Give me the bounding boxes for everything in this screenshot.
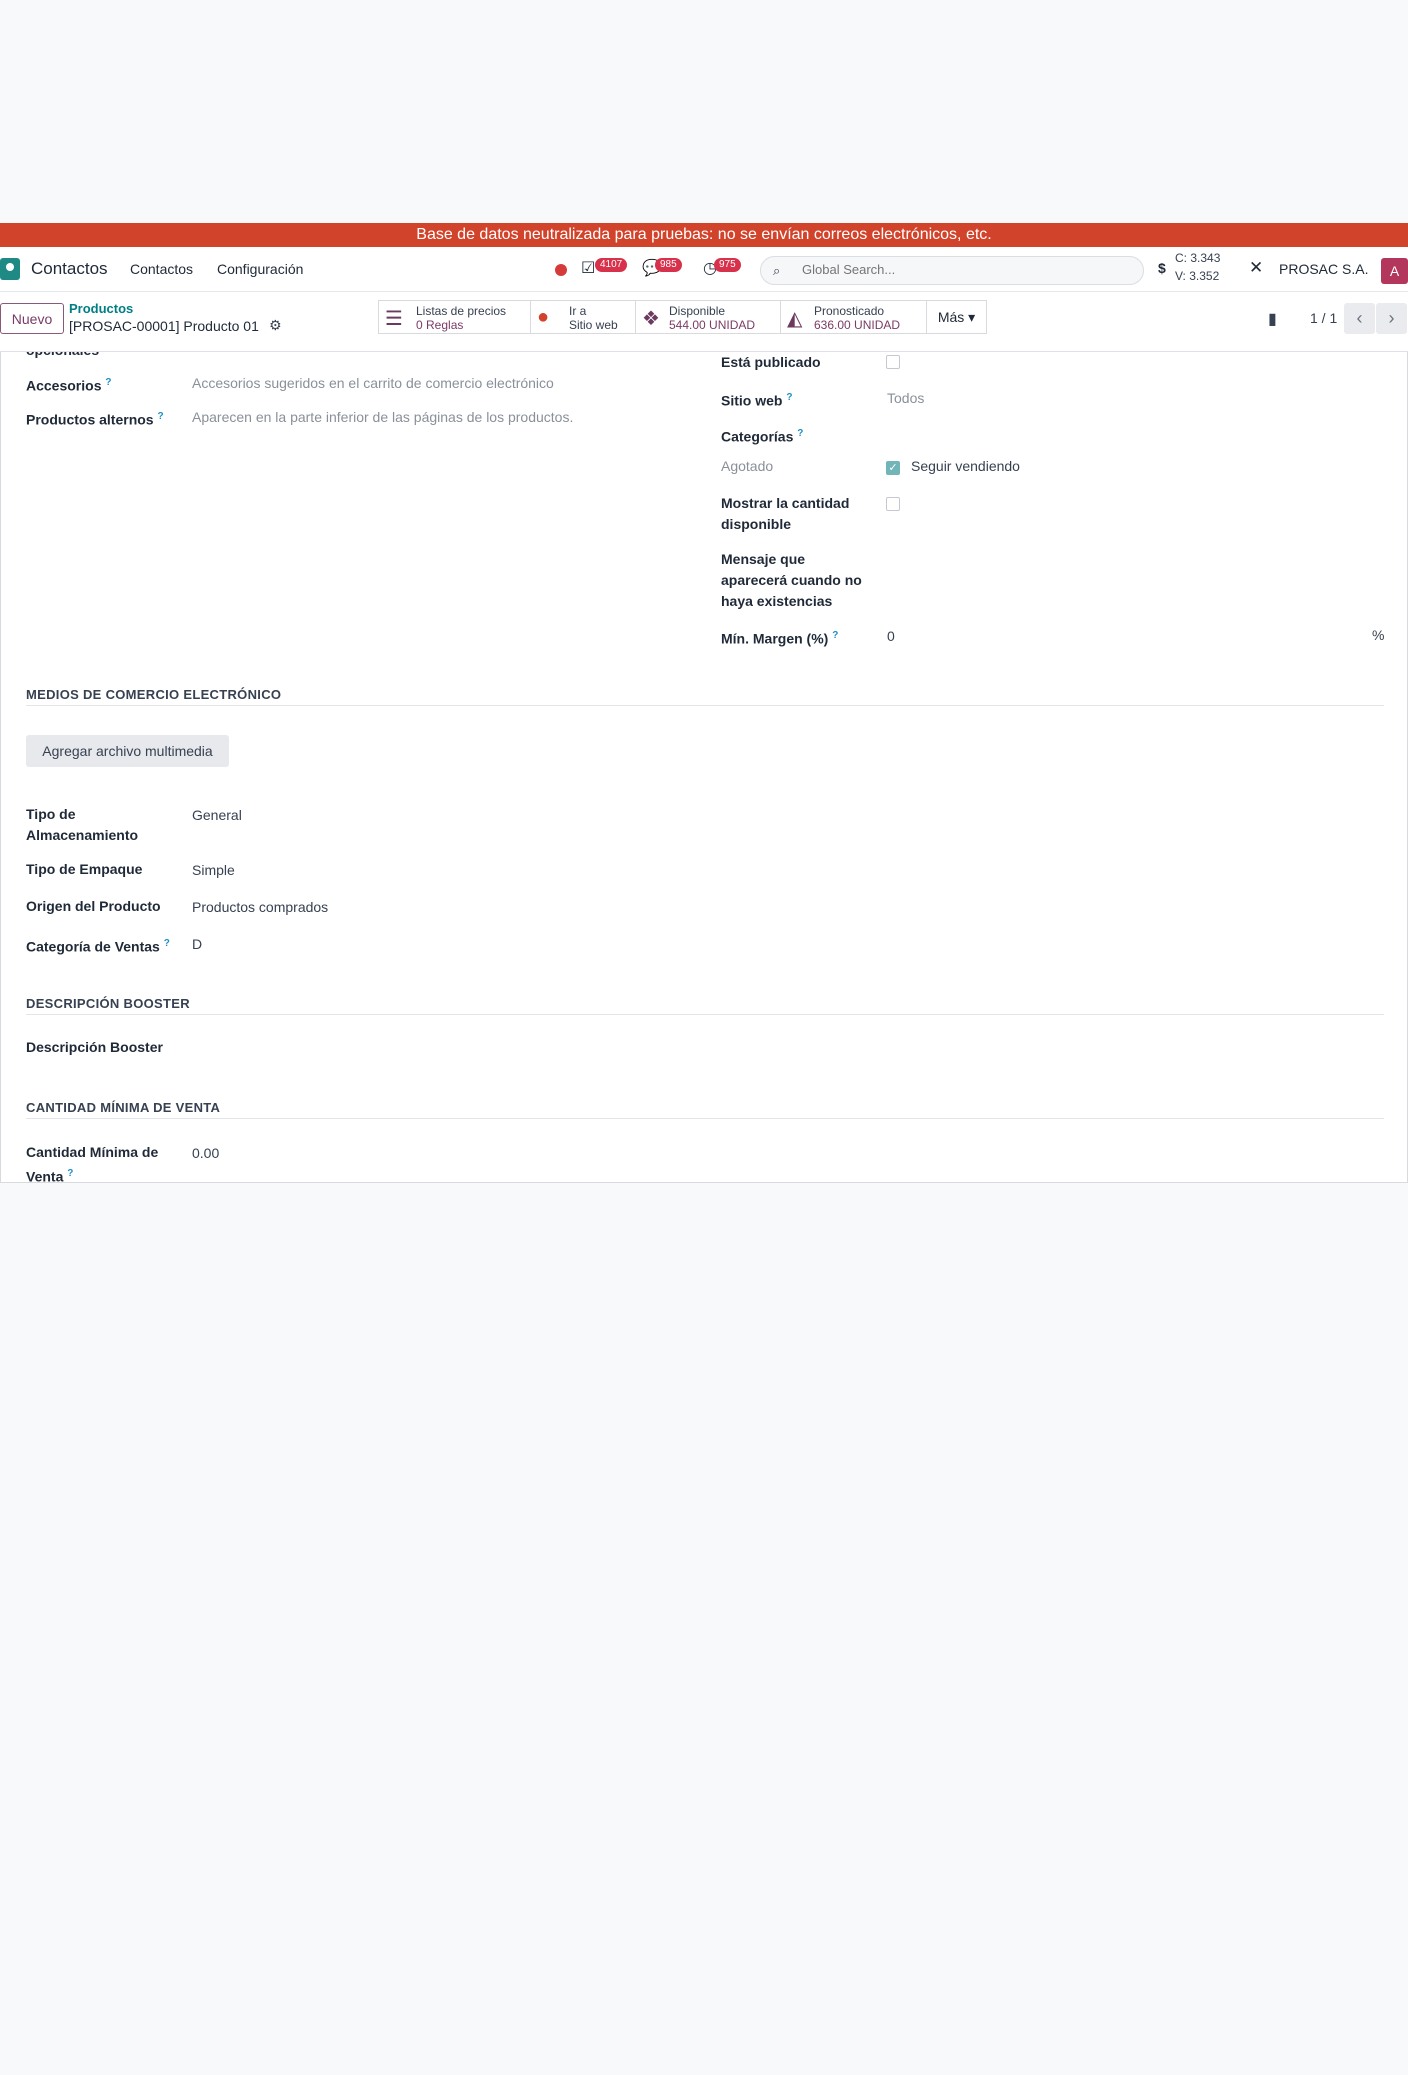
pager-next-button[interactable]: › — [1376, 303, 1407, 334]
field-label-product-origin: Origen del Producto — [26, 898, 161, 914]
help-tooltip-icon[interactable]: ? — [786, 392, 792, 403]
smart-button-label: Disponible — [669, 304, 726, 318]
global-search[interactable]: ⌕ — [760, 256, 1144, 285]
section-ecommerce-media: MEDIOS DE COMERCIO ELECTRÓNICO — [26, 687, 282, 702]
field-label-accessories: Accesorios ? — [26, 377, 112, 394]
user-avatar[interactable]: A — [1381, 258, 1408, 284]
field-label-booster-description: Descripción Booster — [26, 1039, 163, 1055]
smart-button-value: 544.00 UNIDAD — [669, 318, 756, 332]
pager-value[interactable]: 1 / 1 — [1310, 310, 1337, 326]
add-media-button[interactable]: Agregar archivo multimedia — [26, 735, 229, 767]
accessories-input[interactable]: Accesorios sugeridos en el carrito de co… — [192, 373, 554, 394]
field-label-out-of-stock-message: Mensaje que aparecerá cuando no haya exist… — [721, 551, 862, 609]
section-booster-description: DESCRIPCIÓN BOOSTER — [26, 996, 190, 1011]
company-switcher[interactable]: PROSAC S.A. — [1279, 261, 1368, 277]
more-label: Más — [937, 309, 965, 325]
menu-contactos[interactable]: Contactos — [130, 261, 193, 277]
control-panel: Nuevo Productos [PROSAC-00001] Producto … — [0, 292, 1408, 352]
show-available-qty-checkbox[interactable] — [886, 497, 900, 511]
field-label-published: Está publicado — [721, 354, 821, 370]
breadcrumb-productos[interactable]: Productos — [69, 301, 133, 316]
field-label-alternative-products: Productos alternos ? — [26, 411, 164, 428]
help-tooltip-icon[interactable]: ? — [797, 428, 803, 439]
smart-button-website[interactable]: ● Ir a Sitio web — [530, 300, 636, 334]
activity-checkbox-icon[interactable]: ☑ — [581, 258, 595, 278]
debug-tools-icon[interactable]: ✕ — [1249, 258, 1263, 278]
app-name[interactable]: Contactos — [31, 259, 108, 279]
form-sheet: opcionales Accesorios ? Accesorios suger… — [0, 352, 1408, 1183]
sales-category-value[interactable]: D — [192, 934, 202, 955]
alternative-products-input[interactable]: Aparecen en la parte inferior de las pág… — [192, 407, 573, 428]
gear-icon[interactable]: ⚙ — [269, 317, 282, 334]
pager-previous-button[interactable]: ‹ — [1344, 303, 1375, 334]
global-search-input[interactable] — [802, 262, 1122, 277]
smart-button-label: Listas de precios — [416, 304, 507, 318]
section-min-sale-qty: CANTIDAD MÍNIMA DE VENTA — [26, 1100, 221, 1115]
area-chart-icon: ◭ — [787, 308, 803, 330]
section-divider — [26, 1014, 1384, 1015]
neutralized-db-banner: Base de datos neutralizada para pruebas:… — [0, 223, 1408, 247]
field-label-packaging-type: Tipo de Empaque — [26, 861, 143, 877]
smart-button-available[interactable]: ❖ Disponible 544.00 UNIDAD — [635, 300, 781, 334]
new-button[interactable]: Nuevo — [0, 303, 64, 334]
currency-rate-v: V: 3.352 — [1175, 269, 1220, 283]
smart-button-forecasted[interactable]: ◭ Pronosticado 636.00 UNIDAD — [780, 300, 927, 334]
cubes-icon: ❖ — [642, 308, 660, 330]
smart-button-pricelists[interactable]: ☰ Listas de precios 0 Reglas — [378, 300, 531, 334]
section-divider — [26, 705, 1384, 706]
more-dropdown-button[interactable]: Más ▾ — [926, 300, 987, 334]
field-label-min-sale-qty: Cantidad Mínima de Venta ? — [26, 1144, 159, 1183]
messages-count-badge: 985 — [655, 258, 682, 272]
field-label-website: Sitio web ? — [721, 392, 793, 409]
help-tooltip-icon[interactable]: ? — [832, 630, 838, 641]
contacts-app-icon[interactable] — [0, 258, 20, 280]
continue-selling-label[interactable]: Seguir vendiendo — [911, 456, 1020, 477]
dollar-icon: $ — [1158, 260, 1166, 276]
field-label-storage-type: Tipo de Almacenamiento — [26, 806, 139, 843]
currency-rate-c: C: 3.343 — [1175, 251, 1221, 265]
published-checkbox[interactable] — [886, 355, 900, 369]
caret-down-icon: ▾ — [968, 309, 976, 325]
field-label-out-of-stock: Agotado — [721, 458, 774, 474]
help-tooltip-icon[interactable]: ? — [157, 411, 163, 422]
field-label-sales-category: Categoría de Ventas ? — [26, 938, 170, 955]
min-margin-input[interactable]: 0 — [887, 626, 895, 647]
smart-button-label: Ir a — [569, 304, 587, 318]
list-icon: ☰ — [385, 308, 403, 330]
globe-icon: ● — [537, 306, 550, 328]
bookmark-icon[interactable]: ▮ — [1268, 309, 1277, 329]
field-label-categories: Categorías ? — [721, 428, 804, 445]
storage-type-value[interactable]: General — [192, 805, 242, 826]
min-sale-qty-input[interactable]: 0.00 — [192, 1143, 219, 1164]
continue-selling-checkbox[interactable]: ✓ — [886, 461, 900, 475]
website-select[interactable]: Todos — [887, 388, 924, 409]
top-navbar: Contactos Contactos Configuración ☑ 4107… — [0, 247, 1408, 292]
search-icon: ⌕ — [773, 263, 781, 278]
help-tooltip-icon[interactable]: ? — [105, 377, 111, 388]
help-tooltip-icon[interactable]: ? — [67, 1168, 73, 1179]
breadcrumb-record-title: [PROSAC-00001] Producto 01 — [69, 318, 259, 334]
packaging-type-value[interactable]: Simple — [192, 860, 235, 881]
field-label-show-available-qty: Mostrar la cantidad disponible — [721, 495, 850, 532]
product-origin-value[interactable]: Productos comprados — [192, 897, 328, 918]
field-label-min-margin: Mín. Margen (%) ? — [721, 630, 839, 647]
section-divider — [26, 1118, 1384, 1119]
min-margin-unit: % — [1372, 627, 1385, 643]
smart-button-value: 636.00 UNIDAD — [814, 318, 901, 332]
field-label-optional-products: opcionales — [26, 352, 99, 361]
smart-button-label: Pronosticado — [814, 304, 885, 318]
smart-button-value: Sitio web — [569, 318, 618, 332]
record-status-icon[interactable] — [555, 264, 567, 276]
clock-count-badge: 975 — [714, 258, 741, 272]
help-tooltip-icon[interactable]: ? — [164, 938, 170, 949]
menu-configuracion[interactable]: Configuración — [217, 261, 303, 277]
smart-button-value: 0 Reglas — [416, 318, 464, 332]
activity-count-badge: 4107 — [595, 258, 628, 272]
